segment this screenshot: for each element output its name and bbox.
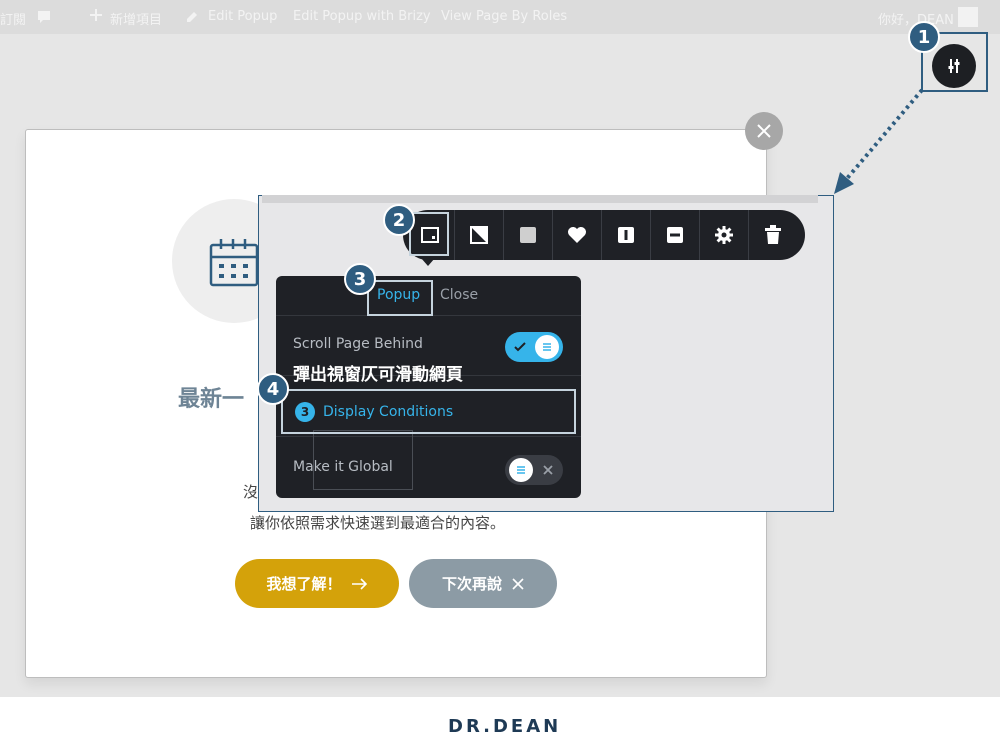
comments-icon[interactable] xyxy=(36,9,52,29)
display-conditions-count: 3 xyxy=(295,401,315,422)
popup-body-line-1: 沒 xyxy=(243,483,259,501)
background-element-outline xyxy=(313,430,413,490)
dr-dean-logo: DR.DEAN xyxy=(448,716,562,737)
tab-close[interactable]: Close xyxy=(440,287,478,303)
column-icon xyxy=(618,227,634,243)
toolbar-column[interactable] xyxy=(601,210,650,260)
arrow-right-icon xyxy=(351,577,367,590)
toolbar-delete[interactable] xyxy=(748,210,797,260)
toolbar-row[interactable] xyxy=(650,210,699,260)
admin-bar-item-view-roles[interactable]: View Page By Roles xyxy=(441,9,567,24)
check-icon xyxy=(514,342,526,352)
square-icon xyxy=(520,227,536,243)
learn-more-button[interactable]: 我想了解！ xyxy=(235,559,399,608)
popup-heading: 最新一 xyxy=(178,387,245,412)
admin-bar-item-edit-popup[interactable]: Edit Popup xyxy=(208,9,277,24)
step-badge-3: 3 xyxy=(344,263,376,295)
close-icon xyxy=(757,124,771,138)
toggle-knob xyxy=(535,335,559,359)
display-conditions-button[interactable]: 3 Display Conditions xyxy=(281,389,576,434)
grip-icon xyxy=(517,466,525,474)
gear-icon xyxy=(715,226,733,244)
scroll-page-behind-toggle[interactable] xyxy=(505,332,563,362)
toolbar-settings[interactable] xyxy=(699,210,748,260)
step-badge-2: 2 xyxy=(383,204,415,236)
grip-icon xyxy=(543,343,551,351)
make-global-toggle[interactable] xyxy=(505,455,563,485)
popup-body-line-2: 讓你依照需求快速選到最適合的內容。 xyxy=(250,514,506,532)
toggle-knob xyxy=(509,458,533,482)
sliders-icon xyxy=(948,59,960,73)
admin-bar-item-subscribe[interactable]: 訂閱 xyxy=(0,9,26,28)
popup-close-button[interactable] xyxy=(745,112,783,150)
callout-frame-3 xyxy=(367,280,433,316)
toolbar-contrast[interactable] xyxy=(454,210,503,260)
contrast-icon xyxy=(470,226,488,244)
callout-frame-2 xyxy=(409,212,449,256)
heart-icon xyxy=(568,227,586,243)
toolbar-heart[interactable] xyxy=(552,210,601,260)
toolbar-square[interactable] xyxy=(503,210,552,260)
close-icon xyxy=(543,465,553,475)
add-icon xyxy=(90,9,102,25)
element-toolbar xyxy=(403,210,805,260)
dotted-arrow xyxy=(834,88,924,194)
row-icon xyxy=(667,227,683,243)
later-label: 下次再說 xyxy=(441,575,502,593)
trash-icon xyxy=(765,225,781,244)
zoom-strip xyxy=(262,195,818,203)
close-icon xyxy=(512,577,524,590)
display-conditions-label: Display Conditions xyxy=(323,403,454,420)
step-badge-1: 1 xyxy=(908,21,940,53)
calendar-icon xyxy=(209,239,259,287)
learn-more-label: 我想了解！ xyxy=(266,575,342,593)
admin-bar-item-new[interactable]: 新增項目 xyxy=(110,9,162,28)
popup-settings-button[interactable] xyxy=(932,44,976,88)
avatar[interactable] xyxy=(958,7,978,27)
later-button[interactable]: 下次再說 xyxy=(409,559,557,608)
scroll-page-behind-label: Scroll Page Behind xyxy=(293,336,423,352)
edit-pencil-icon xyxy=(186,9,200,27)
overlay-caption: 彈出視窗仄可滑動網頁 xyxy=(293,365,463,385)
step-badge-4: 4 xyxy=(257,373,289,405)
admin-bar: 訂閱 新增項目 Edit Popup Edit Popup with Brizy… xyxy=(0,0,1000,34)
toolbar-caret xyxy=(421,258,435,266)
admin-bar-item-edit-brizy[interactable]: Edit Popup with Brizy xyxy=(293,9,431,24)
